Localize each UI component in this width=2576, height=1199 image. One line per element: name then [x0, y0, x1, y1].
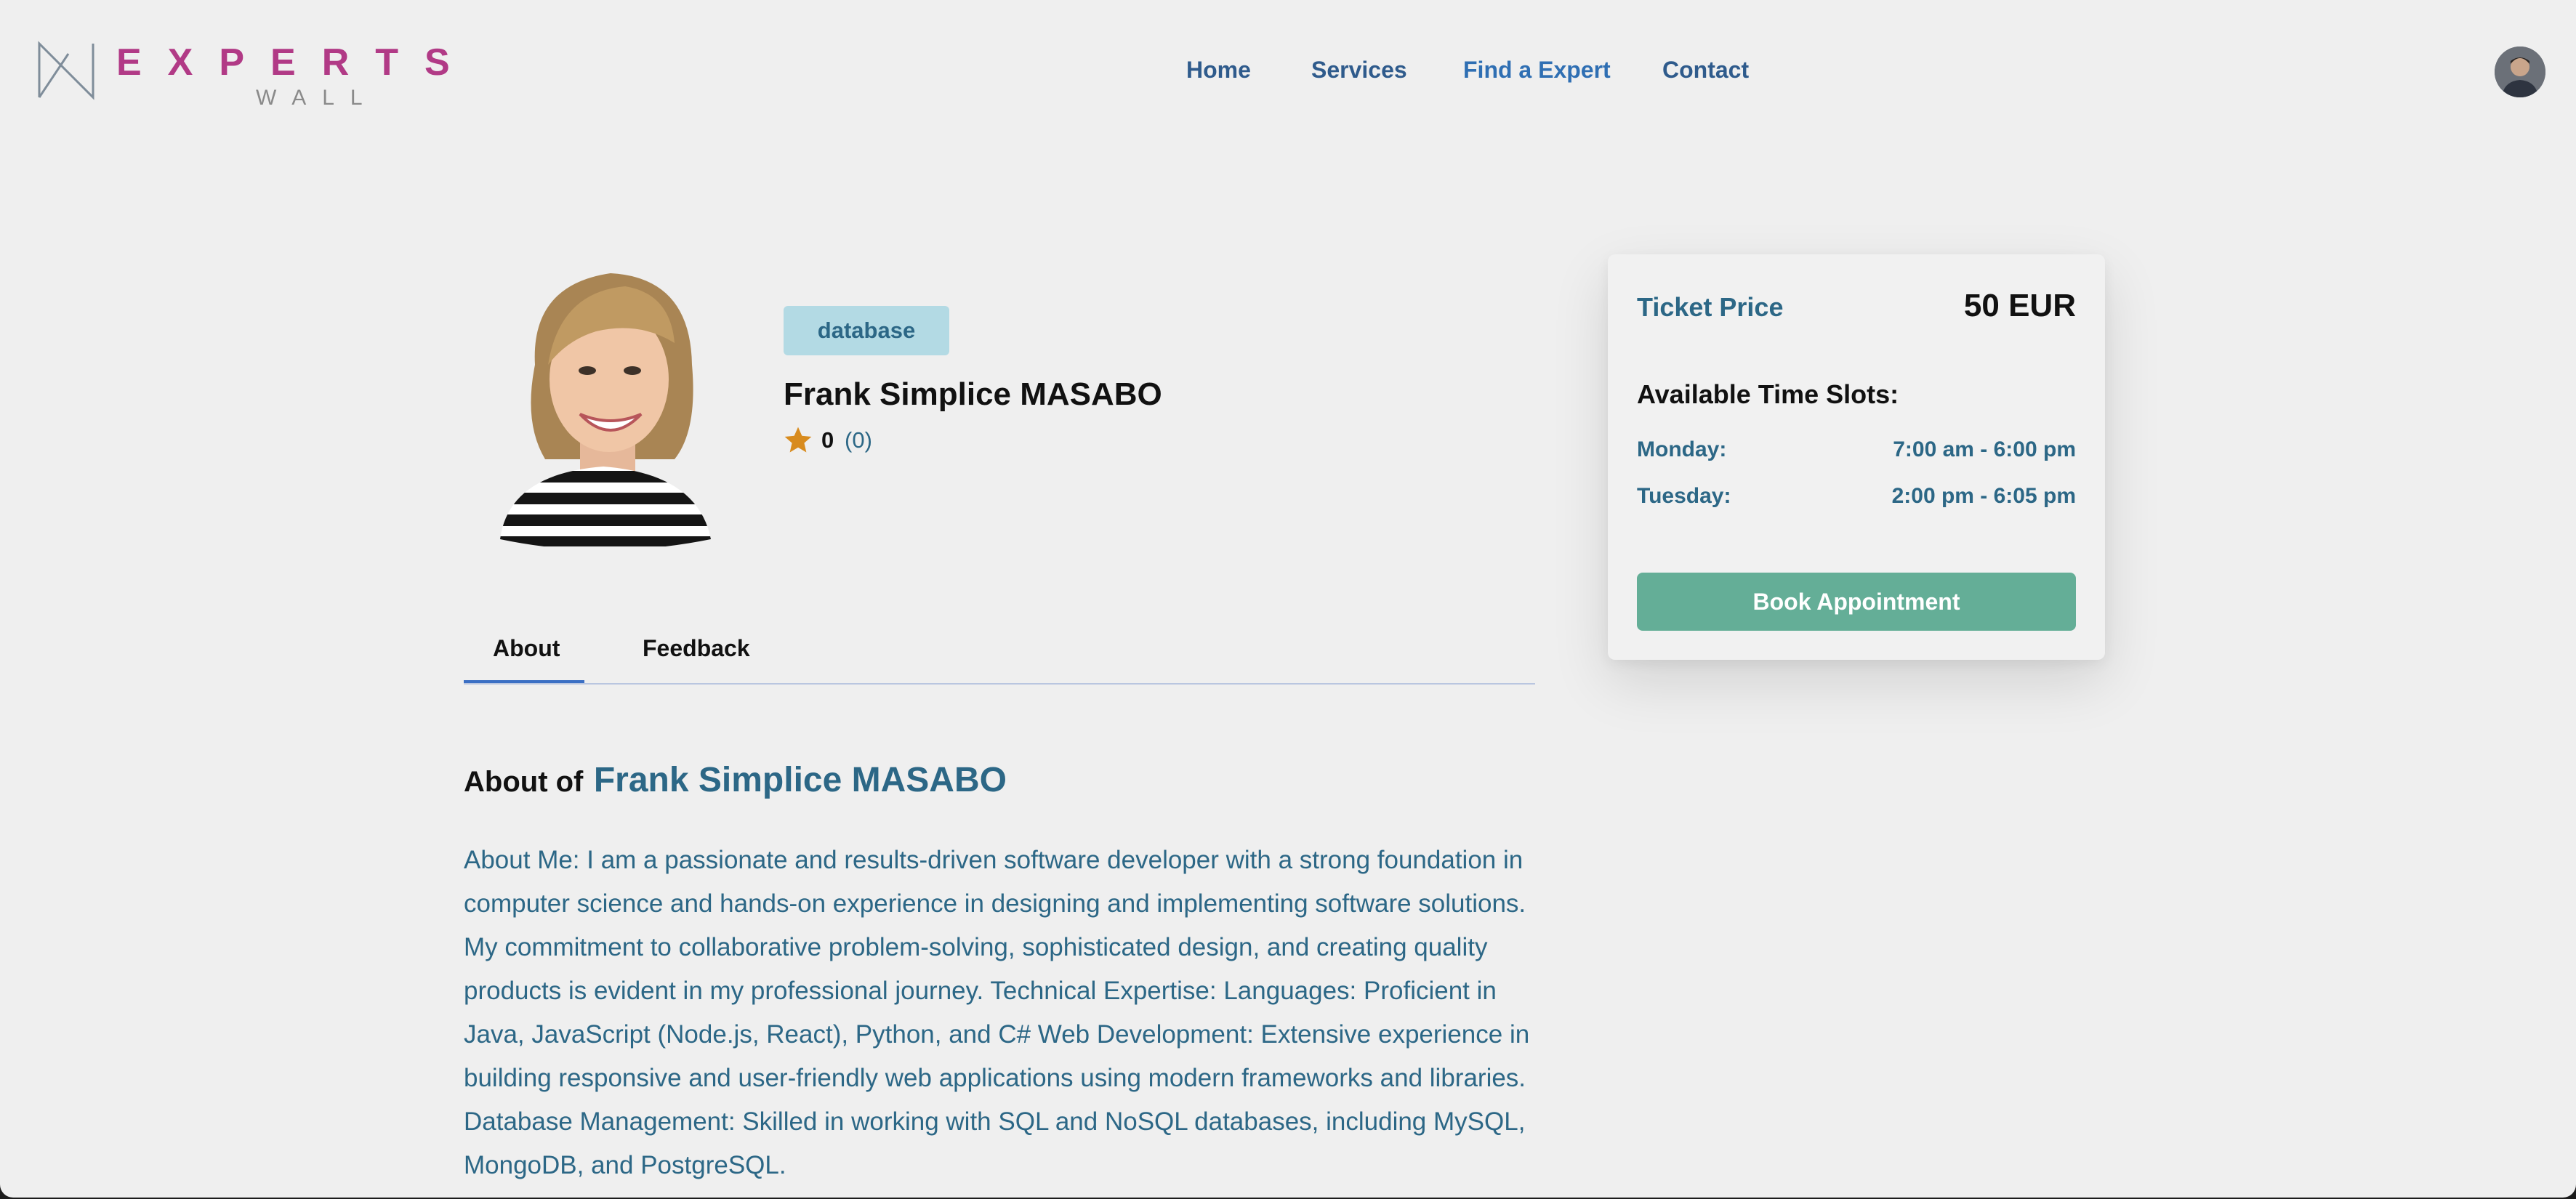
about-text: About Me: I am a passionate and results-…	[464, 846, 1530, 1179]
tab-feedback[interactable]: Feedback	[643, 635, 750, 662]
about-heading-name: Frank Simplice MASABO	[593, 761, 1007, 799]
expert-name: Frank Simplice MASABO	[784, 376, 1162, 412]
nav-home[interactable]: Home	[1186, 57, 1251, 84]
logo-mark-icon	[38, 41, 94, 100]
specialty-tag: database	[784, 306, 949, 355]
slot-time: 2:00 pm - 6:05 pm	[1891, 484, 2076, 508]
rating-average: 0	[821, 427, 834, 453]
slot-time: 7:00 am - 6:00 pm	[1893, 437, 2076, 461]
slot-day: Monday:	[1637, 437, 1727, 461]
time-slots-title: Available Time Slots:	[1637, 379, 1899, 409]
ticket-price-value: 50 EUR	[1963, 288, 2076, 323]
user-avatar-icon[interactable]	[2495, 47, 2545, 97]
logo-text-wall: WALL	[256, 86, 379, 110]
portrait-image	[500, 273, 711, 550]
page: EXPERTS WALL Home Services Find a Expert…	[0, 0, 2576, 1198]
about-heading: About of Frank Simplice MASABO	[464, 760, 1007, 800]
active-tab-underline	[464, 680, 584, 683]
about-heading-label: About of	[464, 766, 584, 798]
logo-text-experts: EXPERTS	[116, 41, 476, 84]
book-appointment-button[interactable]: Book Appointment	[1637, 573, 2076, 631]
tab-about[interactable]: About	[493, 635, 560, 662]
nav-contact[interactable]: Contact	[1662, 57, 1749, 84]
expert-portrait	[480, 256, 727, 550]
nav-services[interactable]: Services	[1311, 57, 1407, 84]
star-icon	[784, 427, 812, 453]
avatar-person-icon	[2495, 47, 2545, 97]
profile-tabs: About Feedback	[464, 625, 1535, 685]
ticket-price-label: Ticket Price	[1637, 292, 1784, 322]
nav-find-a-expert[interactable]: Find a Expert	[1463, 57, 1611, 84]
experts-wall-logo[interactable]: EXPERTS WALL	[36, 39, 450, 110]
slot-day: Tuesday:	[1637, 484, 1731, 508]
rating-count: (0)	[845, 427, 872, 453]
booking-card: Ticket Price 50 EUR Available Time Slots…	[1608, 254, 2105, 660]
